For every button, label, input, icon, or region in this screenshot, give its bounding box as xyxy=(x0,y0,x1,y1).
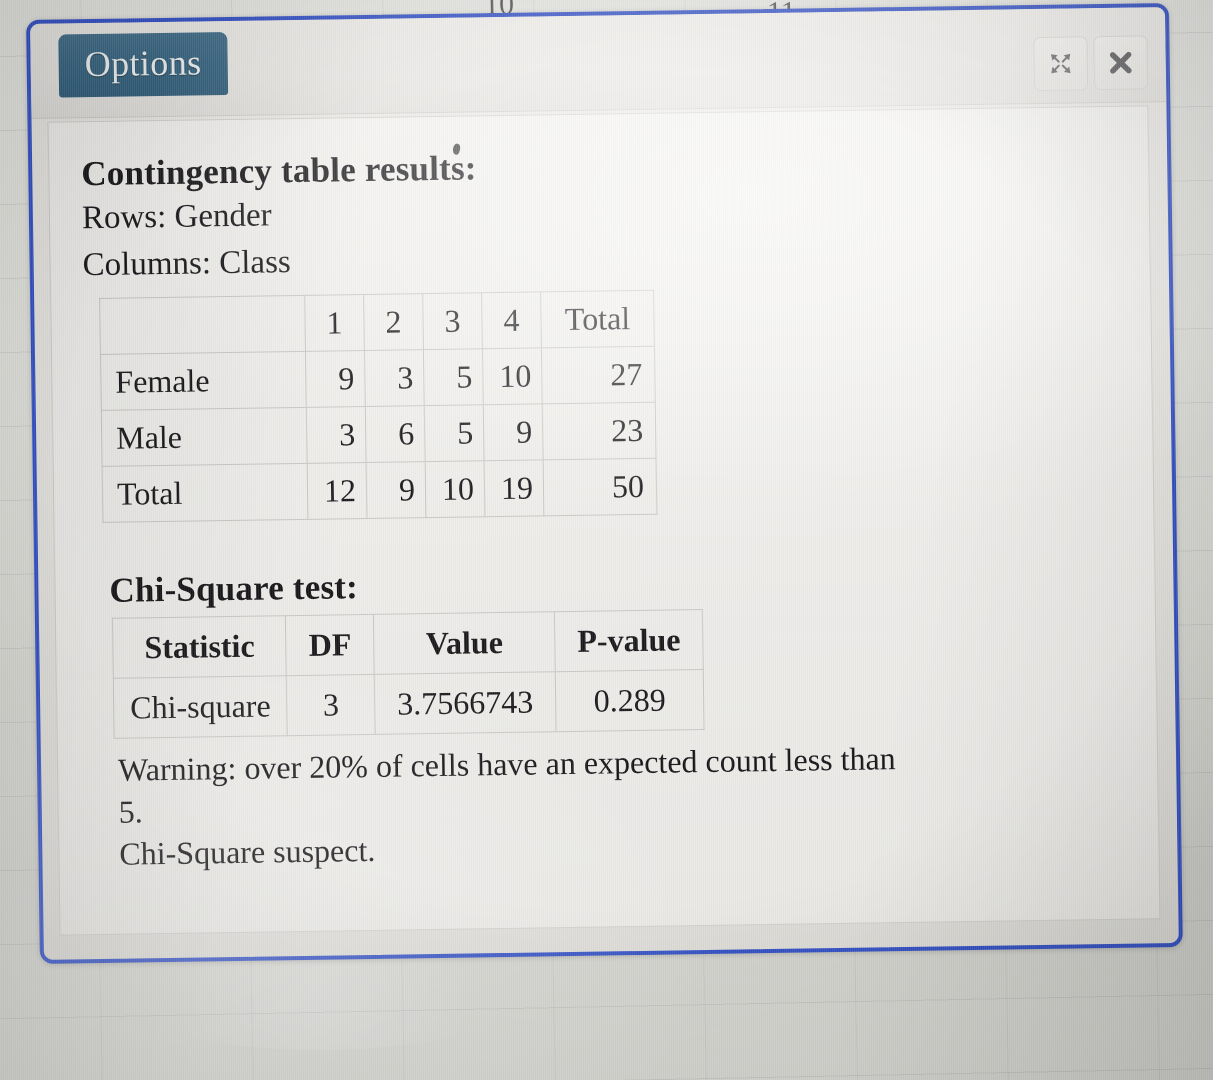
cell-male-4: 9 xyxy=(483,404,544,462)
header-statistic: Statistic xyxy=(112,615,287,679)
chi-square-table: Statistic DF Value P-value Chi-square 3 … xyxy=(112,609,705,739)
results-content-panel: Contingency table results: Rows: Gender … xyxy=(47,105,1161,936)
column-header-total: Total xyxy=(540,290,655,349)
row-label-total: Total xyxy=(102,463,308,523)
cell-total-2: 9 xyxy=(366,461,426,519)
header-p-value: P-value xyxy=(554,609,704,672)
header-df: DF xyxy=(285,614,375,676)
table-row: Female 9 3 5 10 27 xyxy=(100,346,656,411)
maximize-button[interactable] xyxy=(1033,36,1089,92)
table-header-row: Statistic DF Value P-value xyxy=(112,609,704,679)
table-row: Total 12 9 10 19 50 xyxy=(102,458,657,523)
cell-male-total: 23 xyxy=(542,402,657,461)
table-header-row: 1 2 3 4 Total xyxy=(99,290,655,355)
tab-options[interactable]: Options xyxy=(58,32,228,98)
chi-square-title: Chi-Square test: xyxy=(109,567,359,611)
options-dialog: Options Contingency table results: Rows:… xyxy=(26,3,1183,964)
contingency-table: 1 2 3 4 Total Female 9 3 5 10 27 Male 3 … xyxy=(99,290,657,523)
row-label-male: Male xyxy=(101,407,308,467)
cell-male-2: 6 xyxy=(365,405,426,463)
warning-message: Warning: over 20% of cells have an expec… xyxy=(118,735,1020,875)
cell-grand-total: 50 xyxy=(543,458,657,517)
table-row: Chi-square 3 3.7566743 0.289 xyxy=(113,669,705,739)
cell-total-1: 12 xyxy=(307,462,367,520)
window-controls xyxy=(1033,35,1149,92)
cell-male-3: 5 xyxy=(424,405,485,462)
dialog-titlebar: Options xyxy=(30,7,1167,119)
cell-female-4: 10 xyxy=(482,348,543,406)
cell-female-3: 5 xyxy=(423,349,484,406)
cell-total-3: 10 xyxy=(425,461,485,518)
column-header-2: 2 xyxy=(363,293,424,351)
cell-statistic-name: Chi-square xyxy=(113,675,288,739)
table-corner-cell xyxy=(99,295,306,355)
row-label-female: Female xyxy=(100,351,307,411)
cell-female-total: 27 xyxy=(541,346,656,405)
cell-total-4: 19 xyxy=(484,460,544,518)
cell-male-1: 3 xyxy=(306,406,367,464)
table-row: Male 3 6 5 9 23 xyxy=(101,402,657,467)
cell-df: 3 xyxy=(286,674,376,736)
column-header-4: 4 xyxy=(481,292,542,350)
cell-p-value: 0.289 xyxy=(555,669,705,732)
screenshot-stage: 10 11 12 Options xyxy=(0,0,1213,1080)
column-header-1: 1 xyxy=(304,294,365,352)
cell-value: 3.7566743 xyxy=(374,671,557,735)
expand-arrows-icon xyxy=(1048,50,1074,76)
cell-female-2: 3 xyxy=(364,349,425,407)
column-header-3: 3 xyxy=(422,293,483,350)
cell-female-1: 9 xyxy=(305,350,366,408)
header-value: Value xyxy=(373,611,556,675)
close-button[interactable] xyxy=(1093,35,1149,91)
close-x-icon xyxy=(1107,49,1135,77)
